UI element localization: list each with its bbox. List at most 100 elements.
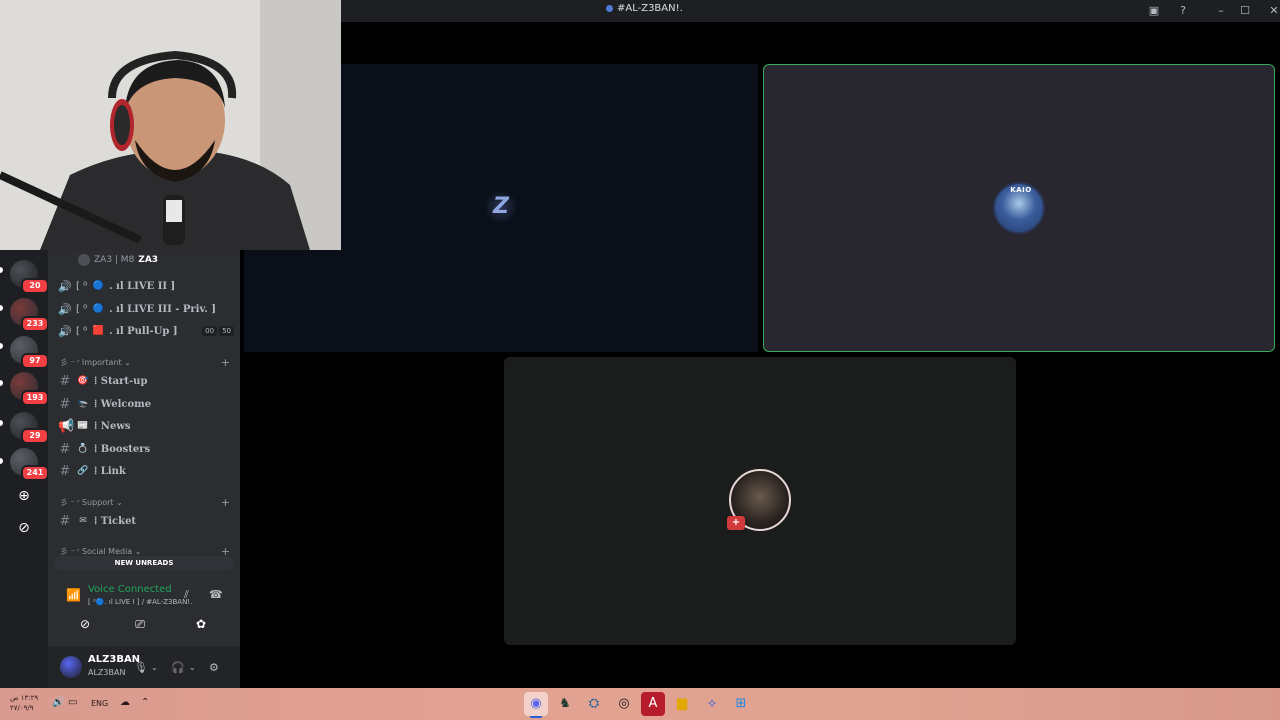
voice-status[interactable]: Voice Connected — [88, 584, 172, 595]
app-taskbar-icon[interactable]: ⛭ — [582, 692, 606, 716]
headphones-icon[interactable]: 🎧 — [171, 661, 185, 674]
add-server-plus-icon[interactable]: ⊕ — [14, 486, 34, 506]
explore-compass-icon[interactable]: ⊘ — [14, 518, 34, 538]
channel-start-up[interactable]: # 🎯 ⁞ Start-up — [58, 371, 234, 391]
adobe-taskbar-icon[interactable]: A — [641, 692, 665, 716]
window-title: #AL-Z3BAN!. — [606, 3, 683, 14]
mention-badge: 29 — [21, 428, 49, 444]
username[interactable]: ALZ3BAN — [88, 654, 140, 665]
app-taskbar-icon[interactable]: ⟡ — [700, 692, 724, 716]
category-label: 彡 ⁻ ʳ Support ⌄ — [60, 497, 123, 507]
channel-prefix: [ ⁰ — [76, 325, 88, 337]
channel-emoji: 🟥 — [92, 326, 104, 336]
discord-taskbar-icon[interactable]: ◉ — [524, 692, 548, 716]
clock-date: ٢٧/٠٩/٩ — [10, 704, 34, 712]
create-channel-plus-icon[interactable]: + — [221, 356, 230, 369]
voice-member[interactable]: ZA3 | M8 ZA3 — [78, 254, 158, 266]
channel-prefix: [ ⁰ — [76, 280, 88, 292]
channel-label: ⁞ Ticket — [94, 515, 137, 527]
active-app-indicator — [530, 716, 542, 718]
close-icon[interactable]: ✕ — [1267, 4, 1280, 18]
user-avatar[interactable] — [60, 656, 82, 678]
disconnect-icon[interactable]: ☎ — [209, 588, 223, 601]
category-label: 彡 ⁻ ʳ Important ⌄ — [60, 357, 131, 367]
member-avatar — [78, 254, 90, 266]
volume-icon[interactable]: 🔊 — [52, 697, 64, 708]
noise-suppression-icon[interactable]: ⫽ — [184, 588, 189, 602]
onedrive-icon[interactable]: ☁ — [120, 697, 130, 708]
server-dot-icon — [606, 5, 613, 12]
channel-ticket[interactable]: # ✉ ⁞ Ticket — [58, 511, 234, 531]
member-name: ZA3 | M8 — [94, 255, 135, 265]
hash-icon: # — [59, 373, 71, 389]
mention-badge: 233 — [21, 316, 49, 332]
kaio-avatar-label: KAIO — [1010, 186, 1032, 194]
screen-share-button[interactable]: ⎚ — [121, 614, 159, 634]
channel-news[interactable]: 📢 📰 ⁞ News — [58, 416, 234, 436]
speaker-icon: 🔊 — [58, 324, 72, 338]
obs-taskbar-icon[interactable]: ◎ — [612, 692, 636, 716]
title-bar: #AL-Z3BAN!. ▣ ? – ☐ ✕ — [341, 0, 1280, 22]
channel-label: ⁞ Link — [94, 465, 126, 477]
voice-channel-path[interactable]: [ ⁰🔵. ıl LIVE I ] / #AL-Z3BAN!. — [88, 598, 192, 606]
windows-taskbar: ١٣:٢٩ ص ٢٧/٠٩/٩ 🔊 ▭ ENG ☁ ⌃ ◉ ♞ ⛭ ◎ A ▆ … — [0, 688, 1280, 720]
channel-label: . ıl LIVE III - Priv. ] — [109, 303, 216, 315]
channel-boosters[interactable]: # 💍 ⁞ Boosters — [58, 439, 234, 459]
channel-emoji: 💍 — [77, 444, 89, 454]
new-unreads-button[interactable]: NEW UNREADS — [54, 556, 234, 570]
unread-pill — [0, 343, 3, 349]
maximize-icon[interactable]: ☐ — [1238, 4, 1252, 18]
hash-icon: # — [59, 441, 71, 457]
soundboard-button[interactable]: ✿ — [182, 614, 220, 634]
voice-channel-live-2[interactable]: 🔊 [ ⁰ 🔵 . ıl LIVE II ] — [58, 276, 234, 296]
chevron-down-icon[interactable]: ⌄ — [151, 663, 158, 672]
create-channel-plus-icon[interactable]: + — [221, 496, 230, 509]
z-logo-avatar: Z — [484, 190, 518, 224]
chevron-up-icon[interactable]: ⌃ — [141, 697, 149, 708]
channel-emoji: 📰 — [77, 421, 89, 431]
hash-icon: # — [59, 463, 71, 479]
video-tile-2-speaking[interactable]: KAIO — [763, 64, 1275, 352]
window-title-text: #AL-Z3BAN!. — [617, 3, 683, 14]
file-explorer-icon[interactable]: ▆ — [670, 692, 694, 716]
help-icon[interactable]: ? — [1176, 4, 1190, 18]
chevron-down-icon[interactable]: ⌄ — [189, 663, 196, 672]
inbox-icon[interactable]: ▣ — [1147, 4, 1161, 18]
channel-label: ⁞ News — [94, 420, 131, 432]
category-important[interactable]: 彡 ⁻ ʳ Important ⌄ + — [60, 355, 230, 369]
mention-badge: 97 — [21, 353, 49, 369]
settings-gear-icon[interactable]: ⚙ — [209, 661, 219, 674]
webcam-person-illustration — [0, 0, 341, 250]
hash-icon: # — [59, 396, 71, 412]
speaker-icon: 🔊 — [58, 302, 72, 316]
unread-pill — [0, 305, 3, 311]
network-icon[interactable]: ▭ — [68, 697, 77, 708]
user-status: ALZ3BAN — [88, 668, 126, 677]
mention-badge: 193 — [21, 390, 49, 406]
channel-emoji: 🎯 — [77, 376, 89, 386]
channel-label: ⁞ Boosters — [94, 443, 151, 455]
discord-app: #AL-Z3BAN!. ▣ ? – ☐ ✕ Z KAIO + 20 233 97… — [0, 0, 1280, 688]
clock-time: ١٣:٢٩ ص — [10, 694, 39, 702]
voice-channel-live-3[interactable]: 🔊 [ ⁰ 🔵 . ıl LIVE III - Priv. ] — [58, 299, 234, 319]
user-panel: ALZ3BAN ALZ3BAN 🎙 ⌄ 🎧 ⌄ ⚙ — [48, 646, 240, 688]
unread-pill — [0, 267, 3, 273]
unread-pill — [0, 420, 3, 426]
channel-prefix: [ ⁰ — [76, 303, 88, 315]
flag-badge-icon: + — [727, 516, 745, 530]
server-rail: 20 233 97 193 29 241 ⊕ ⊘ — [0, 250, 49, 688]
clock[interactable]: ١٣:٢٩ ص ٢٧/٠٩/٩ — [10, 693, 38, 713]
windows-start-icon[interactable]: ⊞ — [729, 692, 753, 716]
app-taskbar-icon[interactable]: ♞ — [553, 692, 577, 716]
signal-icon[interactable]: 📶 — [66, 588, 81, 602]
category-support[interactable]: 彡 ⁻ ʳ Support ⌄ + — [60, 495, 230, 509]
video-tile-3[interactable]: + — [504, 357, 1016, 645]
voice-channel-pull-up[interactable]: 🔊 [ ⁰ 🟥 . ıl Pull-Up ] 00 50 — [58, 321, 234, 341]
channel-emoji: ✉ — [79, 516, 87, 526]
minimize-icon[interactable]: – — [1214, 4, 1228, 18]
camera-off-button[interactable]: ⊘ — [66, 614, 104, 634]
language-indicator[interactable]: ENG — [91, 699, 108, 708]
channel-welcome[interactable]: # 🛬 ⁞ Welcome — [58, 394, 234, 414]
channel-link[interactable]: # 🔗 ⁞ Link — [58, 461, 234, 481]
microphone-icon[interactable]: 🎙 — [134, 661, 148, 674]
